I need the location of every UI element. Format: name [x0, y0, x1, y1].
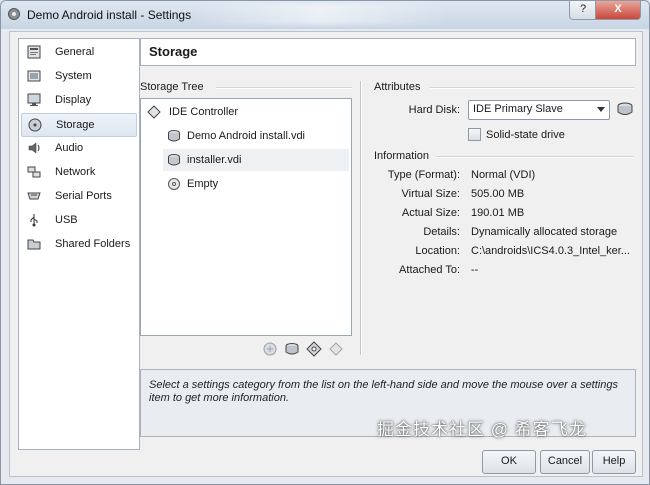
- information-label: Information: [374, 150, 430, 162]
- page-title: Storage: [149, 44, 198, 59]
- ssd-checkbox[interactable]: [468, 128, 481, 141]
- window-title: Demo Android install - Settings: [27, 8, 192, 22]
- chevron-down-icon: [597, 107, 605, 112]
- info-label: Location:: [415, 245, 460, 257]
- info-label: Virtual Size:: [401, 188, 461, 200]
- category-label: Shared Folders: [55, 238, 131, 250]
- page-header: Storage: [140, 38, 636, 66]
- ssd-label: Solid-state drive: [486, 129, 565, 141]
- category-general[interactable]: General: [21, 41, 135, 63]
- hard-disk-icon: [167, 153, 181, 167]
- category-label: Display: [55, 94, 92, 106]
- attributes-label: Attributes: [374, 81, 421, 93]
- category-label: General: [55, 46, 95, 58]
- category-shared-folders[interactable]: Shared Folders: [21, 233, 135, 255]
- tree-node-ide-controller[interactable]: IDE Controller: [145, 101, 345, 123]
- storage-tree-label: Storage Tree: [140, 81, 204, 93]
- general-icon: [27, 45, 41, 59]
- category-label: System: [55, 70, 92, 82]
- ide-controller-icon: [147, 105, 161, 119]
- category-label: Serial Ports: [55, 190, 112, 202]
- shared-folders-icon: [27, 237, 41, 251]
- audio-icon: [27, 141, 41, 155]
- category-label: Network: [55, 166, 96, 178]
- add-controller-icon[interactable]: [262, 341, 278, 357]
- tree-node-label: IDE Controller: [169, 106, 239, 118]
- optical-drive-icon: [167, 177, 181, 191]
- add-optical-drive-icon[interactable]: [306, 341, 322, 357]
- info-label: Details:: [423, 226, 460, 238]
- tree-node-label: installer.vdi: [187, 154, 242, 166]
- help-title-button[interactable]: ?: [569, 1, 597, 20]
- network-icon: [27, 165, 41, 179]
- hard-disk-select-value: IDE Primary Slave: [473, 103, 563, 115]
- info-label: Type (Format):: [387, 169, 460, 181]
- info-value: --: [471, 264, 479, 276]
- tree-node-label: Empty: [187, 178, 219, 190]
- category-system[interactable]: System: [21, 65, 135, 87]
- system-icon: [27, 69, 41, 83]
- divider: [216, 87, 352, 89]
- usb-icon: [27, 213, 41, 227]
- gear-icon: [7, 7, 21, 21]
- category-display[interactable]: Display: [21, 89, 135, 111]
- info-value: 190.01 MB: [471, 207, 525, 219]
- display-icon: [27, 93, 41, 107]
- help-button[interactable]: Help: [592, 450, 636, 474]
- tree-node-disk[interactable]: installer.vdi: [163, 149, 349, 171]
- storage-icon: [28, 118, 42, 132]
- settings-client-area: General System Display Storage Audio Net…: [9, 31, 643, 477]
- info-value: Dynamically allocated storage: [471, 226, 618, 238]
- divider: [436, 156, 634, 158]
- info-value: C:\androids\ICS4.0.3_Intel_ker...: [471, 245, 630, 257]
- tree-node-disk[interactable]: Demo Android install.vdi: [163, 125, 347, 147]
- category-list: General System Display Storage Audio Net…: [18, 38, 140, 450]
- category-label: USB: [55, 214, 78, 226]
- watermark: 掘金技术社区 @ 希客飞龙: [377, 420, 587, 439]
- tree-node-label: Demo Android install.vdi: [187, 130, 306, 142]
- hard-disk-icon: [167, 129, 181, 143]
- title-bar-blur: [191, 3, 451, 25]
- choose-disk-icon[interactable]: [616, 100, 634, 118]
- category-network[interactable]: Network: [21, 161, 135, 183]
- category-label: Storage: [56, 119, 95, 131]
- help-text: Select a settings category from the list…: [149, 379, 618, 404]
- info-label: Actual Size:: [401, 207, 460, 219]
- settings-window: Demo Android install - Settings ? X Gene…: [0, 0, 650, 485]
- remove-attachment-icon[interactable]: [328, 341, 344, 357]
- category-usb[interactable]: USB: [21, 209, 135, 231]
- serial-ports-icon: [27, 189, 41, 203]
- tree-node-optical[interactable]: Empty: [163, 173, 347, 195]
- category-storage[interactable]: Storage: [21, 113, 137, 137]
- add-hard-disk-icon[interactable]: [284, 341, 300, 357]
- storage-tree[interactable]: IDE Controller Demo Android install.vdi …: [140, 98, 352, 336]
- info-label: Attached To:: [399, 264, 460, 276]
- category-serial-ports[interactable]: Serial Ports: [21, 185, 135, 207]
- hard-disk-label: Hard Disk:: [408, 104, 460, 116]
- info-value: Normal (VDI): [471, 169, 536, 181]
- category-label: Audio: [55, 142, 84, 154]
- divider: [430, 87, 634, 89]
- hard-disk-select[interactable]: IDE Primary Slave: [468, 100, 610, 120]
- title-bar[interactable]: Demo Android install - Settings ? X: [1, 1, 649, 29]
- close-button[interactable]: X: [595, 1, 641, 20]
- info-value: 505.00 MB: [471, 188, 525, 200]
- ok-button[interactable]: OK: [482, 450, 536, 474]
- cancel-button[interactable]: Cancel: [540, 450, 590, 474]
- category-audio[interactable]: Audio: [21, 137, 135, 159]
